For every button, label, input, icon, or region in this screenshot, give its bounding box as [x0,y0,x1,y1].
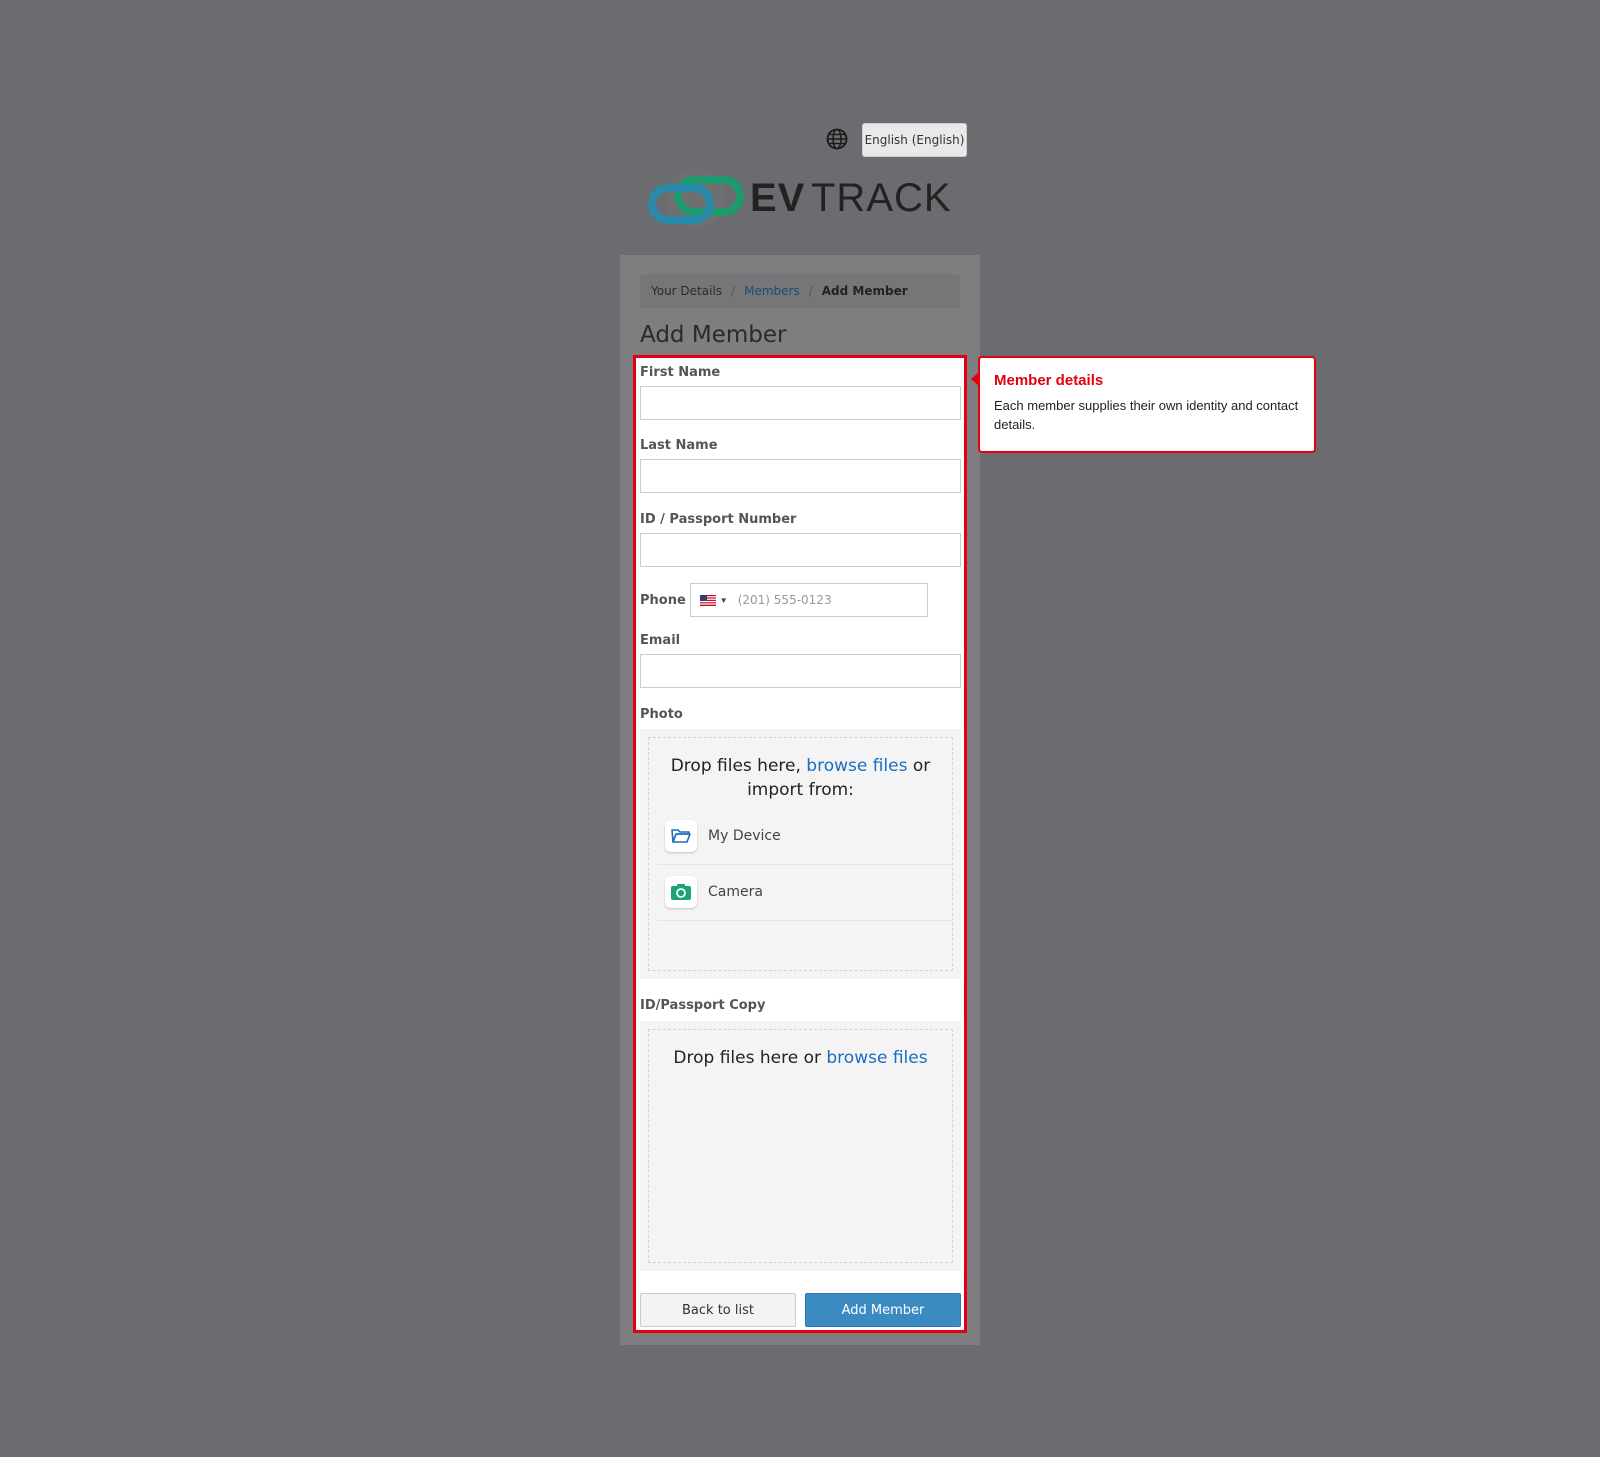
tooltip-arrow [971,372,979,386]
last-name-input[interactable] [640,459,961,493]
source-camera[interactable]: Camera [657,864,952,921]
first-name-label: First Name [640,365,721,380]
evtrack-logo: EV TRACK [648,168,952,228]
source-label: My Device [708,828,781,844]
email-input[interactable] [640,654,961,688]
tour-tooltip: Member details Each member supplies thei… [971,356,1316,453]
add-member-button[interactable]: Add Member [805,1293,961,1327]
id-copy-browse-link[interactable]: browse files [826,1048,927,1068]
last-name-label: Last Name [640,438,718,453]
id-copy-drop-area[interactable]: Drop files here or browse files [648,1029,953,1263]
first-name-input[interactable] [640,386,961,420]
breadcrumb-your-details[interactable]: Your Details [651,284,722,298]
id-number-label: ID / Passport Number [640,512,797,527]
photo-dropzone[interactable]: Drop files here, browse files or import … [640,729,961,979]
globe-icon [826,128,848,150]
breadcrumb: Your Details / Members / Add Member [640,274,960,308]
phone-label: Phone [640,592,686,608]
photo-browse-link[interactable]: browse files [806,756,907,776]
breadcrumb-separator: / [731,284,736,298]
tooltip-title: Member details [994,372,1104,389]
page-title: Add Member [640,322,787,348]
photo-drop-area[interactable]: Drop files here, browse files or import … [648,737,953,971]
breadcrumb-separator: / [808,284,813,298]
chevron-down-icon[interactable]: ▼ [720,596,728,605]
id-copy-dropzone[interactable]: Drop files here or browse files [640,1021,961,1271]
breadcrumb-add-member: Add Member [821,284,908,298]
camera-icon [665,876,697,908]
tooltip-body: Each member supplies their own identity … [994,398,1299,432]
id-number-input[interactable] [640,533,961,567]
phone-row: Phone ▼ (201) 555-0123 [640,583,928,617]
back-to-list-button[interactable]: Back to list [640,1293,796,1327]
language-select[interactable]: English (English) [862,123,967,157]
svg-text:EV: EV [750,176,805,220]
photo-drop-text: Drop files here, browse files or import … [670,756,931,800]
photo-label: Photo [640,707,683,722]
id-copy-label: ID/Passport Copy [640,998,766,1013]
phone-placeholder: (201) 555-0123 [737,593,832,607]
folder-icon [665,820,697,852]
source-my-device[interactable]: My Device [657,808,952,865]
member-form: First Name Last Name ID / Passport Numbe… [633,355,967,1333]
breadcrumb-members[interactable]: Members [744,284,800,298]
svg-text:TRACK: TRACK [811,176,952,220]
phone-input[interactable]: ▼ (201) 555-0123 [689,583,928,617]
source-label: Camera [708,884,763,900]
us-flag-icon[interactable] [699,594,716,606]
email-label: Email [640,633,681,648]
id-copy-drop-text: Drop files here or browse files [673,1048,928,1068]
